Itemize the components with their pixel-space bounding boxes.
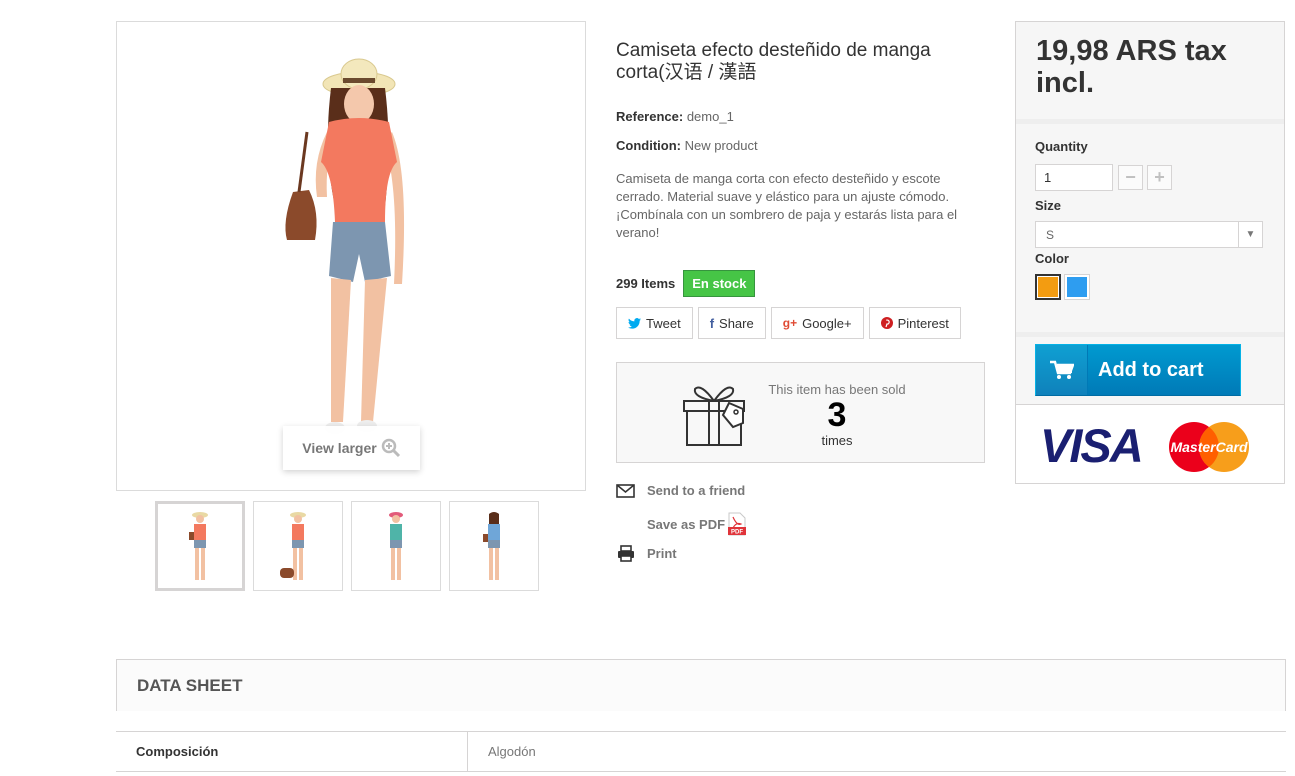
pdf-icon: PDF — [728, 512, 747, 536]
visa-logo: VISA — [1040, 419, 1144, 472]
share-button[interactable]: f Share — [697, 307, 766, 339]
datasheet-feature-value: Algodón — [488, 744, 536, 759]
items-count: 299 Items — [616, 276, 676, 291]
thumbnail-1[interactable] — [155, 501, 245, 591]
send-to-friend-link[interactable]: Send to a friend — [616, 483, 745, 498]
print-label: Print — [647, 546, 677, 561]
sold-line-2: times — [821, 433, 853, 448]
quantity-label: Quantity — [1035, 139, 1088, 154]
reference-label: Reference: — [616, 109, 684, 124]
quantity-decrease-button[interactable]: − — [1118, 165, 1143, 190]
facebook-icon: f — [709, 315, 715, 331]
pinterest-icon — [880, 317, 893, 329]
sold-line-1: This item has been sold — [768, 382, 906, 397]
thumbnail-image — [189, 512, 208, 580]
pinterest-label: Pinterest — [897, 315, 949, 331]
datasheet-heading: DATA SHEET — [116, 659, 1286, 711]
save-as-pdf-label: Save as PDF — [647, 516, 726, 532]
zoom-icon — [381, 438, 400, 458]
size-label: Size — [1035, 198, 1062, 213]
save-as-pdf-link[interactable]: Save as PDF PDF — [647, 512, 747, 536]
social-share-bar: Tweet f Share g+ Google+ Pinterest — [616, 307, 961, 339]
add-to-cart-label: Add to cart — [1098, 358, 1204, 381]
sold-counter-box: This item has been sold 3 times — [616, 362, 985, 463]
printer-icon — [617, 545, 634, 562]
view-larger-label: View larger — [302, 440, 377, 456]
google-plus-button[interactable]: g+ Google+ — [770, 307, 864, 339]
buy-box: 19,98 ARS tax incl. Quantity − + Size S … — [1015, 21, 1285, 484]
stock-info: 299 Items En stock — [616, 270, 756, 297]
condition-label: Condition: — [616, 138, 681, 153]
color-swatch-fill — [1038, 277, 1058, 297]
print-link[interactable]: Print — [616, 545, 677, 562]
reference-line: Reference: demo_1 — [616, 109, 734, 124]
thumbnail-image — [280, 512, 306, 580]
reference-value: demo_1 — [686, 109, 734, 124]
thumbnail-list — [155, 501, 539, 591]
product-photo — [285, 58, 405, 434]
stock-status-badge: En stock — [683, 270, 756, 297]
tweet-label: Tweet — [646, 315, 681, 331]
chevron-down-icon: ▼ — [1238, 222, 1262, 247]
payment-logos: VISA MasterCard — [1016, 404, 1284, 483]
view-larger-button[interactable]: View larger — [283, 426, 420, 470]
size-select[interactable]: S ▼ — [1035, 221, 1263, 248]
thumbnail-2[interactable] — [253, 501, 343, 591]
color-swatch-fill — [1067, 277, 1087, 297]
shopping-cart-icon — [1049, 360, 1074, 379]
thumbnail-4[interactable] — [449, 501, 539, 591]
printer-icon-wrap — [616, 545, 635, 562]
product-price: 19,98 ARS tax incl. — [1036, 35, 1227, 99]
thumbnail-image — [483, 512, 500, 580]
envelope-icon-wrap — [616, 483, 635, 498]
add-to-cart-button[interactable]: Add to cart — [1035, 344, 1241, 396]
condition-line: Condition: New product — [616, 138, 758, 153]
thumbnail-image — [389, 512, 403, 580]
quantity-increase-button[interactable]: + — [1147, 165, 1172, 190]
share-label: Share — [719, 315, 754, 331]
product-title: Camiseta efecto desteñido de manga corta… — [616, 40, 931, 83]
product-description: Camiseta de manga corta con efecto deste… — [616, 171, 958, 240]
pdf-badge: PDF — [731, 530, 743, 536]
datasheet-feature-name: Composición — [116, 732, 468, 771]
tweet-button[interactable]: Tweet — [616, 307, 693, 339]
color-swatch-orange[interactable] — [1035, 274, 1061, 300]
send-to-friend-label: Send to a friend — [647, 483, 746, 498]
condition-value: New product — [684, 138, 758, 153]
color-label: Color — [1035, 251, 1069, 266]
gift-icon — [683, 386, 745, 446]
google-plus-label: Google+ — [802, 315, 852, 331]
price-divider — [1016, 119, 1284, 124]
mastercard-logo: MasterCard — [1169, 422, 1249, 472]
cart-icon-wrap — [1036, 345, 1088, 395]
size-value: S — [1046, 228, 1055, 242]
pinterest-button[interactable]: Pinterest — [868, 307, 961, 339]
sold-count: 3 — [827, 396, 847, 434]
google-plus-icon: g+ — [782, 316, 798, 330]
datasheet-table: Composición Algodón — [116, 731, 1286, 772]
quantity-input[interactable] — [1035, 164, 1113, 191]
mastercard-text: MasterCard — [1170, 439, 1247, 455]
envelope-icon — [616, 483, 635, 498]
twitter-icon — [628, 317, 641, 329]
main-product-image[interactable]: View larger — [116, 21, 586, 491]
sold-text: This item has been sold 3 times — [747, 382, 927, 448]
color-swatch-blue[interactable] — [1064, 274, 1090, 300]
thumbnail-3[interactable] — [351, 501, 441, 591]
